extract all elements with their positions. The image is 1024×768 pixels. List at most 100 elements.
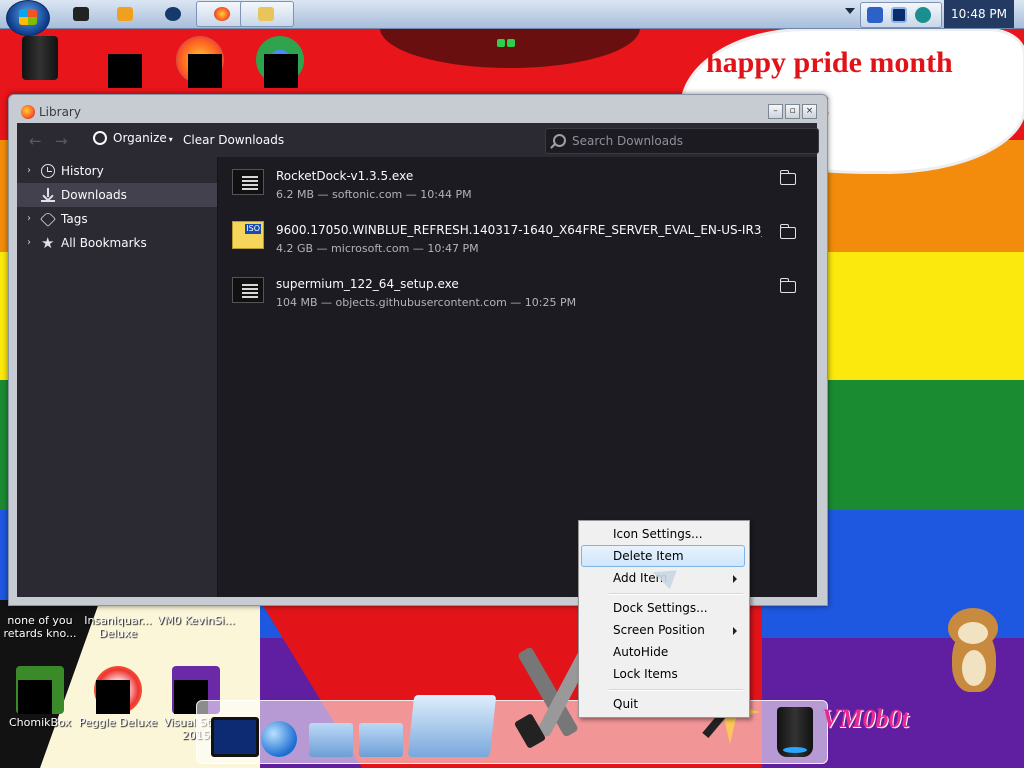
windows-logo-icon	[19, 9, 37, 25]
menu-item-lock-items[interactable]: Lock Items	[581, 663, 745, 685]
download-meta: 104 MB — objects.githubusercontent.com —…	[276, 296, 577, 309]
menu-item-dock-settings[interactable]: Dock Settings...	[581, 597, 745, 619]
gear-icon	[93, 131, 107, 145]
minimize-button[interactable]: –	[768, 104, 783, 119]
maximize-button[interactable]: ▫	[785, 104, 800, 119]
desktop-icon-label: Peggle Deluxe	[78, 716, 158, 729]
open-folder-icon[interactable]	[779, 278, 796, 293]
clock[interactable]: 10:48 PM	[944, 0, 1014, 28]
documents-folder-icon[interactable]	[309, 723, 353, 757]
download-name: supermium_122_64_setup.exe	[276, 277, 459, 291]
explorer-folder-icon[interactable]	[407, 695, 497, 757]
download-name: RocketDock-v1.3.5.exe	[276, 169, 414, 183]
chevron-right-icon[interactable]: ›	[27, 231, 31, 255]
firefox-icon	[214, 7, 230, 21]
dock-context-menu: Icon Settings... Delete Item Add Item Do…	[578, 520, 750, 718]
sidebar-item-all-bookmarks[interactable]: › ★ All Bookmarks	[17, 231, 217, 255]
sidebar-item-label: All Bookmarks	[61, 236, 147, 250]
open-folder-icon[interactable]	[779, 224, 796, 239]
sync-icon[interactable]	[915, 7, 931, 23]
sidebar-item-tags[interactable]: › Tags	[17, 207, 217, 231]
desktop-icon-peggle-deluxe[interactable]: Peggle Deluxe	[78, 666, 158, 729]
menu-item-quit[interactable]: Quit	[581, 693, 745, 715]
desktop-icon-chomikbox[interactable]: ChomikBox	[0, 666, 80, 729]
desktop-icon-label: none of you retards kno...	[3, 614, 77, 640]
sidebar-item-label: Tags	[61, 212, 88, 226]
firefox-icon	[21, 105, 35, 119]
window-controls: – ▫ ×	[766, 104, 817, 119]
taskbar: 10:48 PM	[0, 0, 1024, 36]
desktop-icon-vm0-kevinsi[interactable]: VM0 KevinSi...	[156, 614, 236, 640]
exe-file-icon	[232, 169, 264, 195]
system-tray	[860, 2, 942, 28]
taskbar-button-explorer[interactable]	[240, 1, 294, 27]
submenu-arrow-icon	[733, 627, 737, 635]
star-icon: ★	[41, 234, 55, 252]
download-item[interactable]: supermium_122_64_setup.exe 104 MB — obje…	[218, 265, 817, 319]
forward-arrow-icon[interactable]: →	[55, 132, 68, 150]
desktop-icon-label: VM0 KevinSi...	[156, 614, 235, 627]
chevron-right-icon[interactable]: ›	[27, 159, 31, 183]
network-globe-icon[interactable]	[261, 721, 297, 757]
sidebar-item-label: History	[61, 164, 104, 178]
library-toolbar: ← → Organize ▾ Clear Downloads	[17, 123, 819, 157]
search-downloads[interactable]	[545, 128, 819, 154]
organize-button[interactable]: Organize ▾	[93, 131, 173, 145]
taskbar-button-media-player[interactable]	[100, 2, 152, 26]
download-item[interactable]: ISO 9600.17050.WINBLUE_REFRESH.140317-16…	[218, 211, 817, 265]
desktop-icon-firefox[interactable]	[160, 36, 240, 88]
pictures-folder-icon[interactable]	[359, 723, 403, 757]
recycle-bin-icon[interactable]	[777, 707, 813, 757]
wallpaper-green-dots	[497, 36, 527, 47]
exe-file-icon	[232, 277, 264, 303]
menu-item-screen-position[interactable]: Screen Position	[581, 619, 745, 641]
media-player-icon	[117, 7, 133, 21]
chomikbox-icon	[16, 666, 64, 714]
chevron-right-icon[interactable]: ›	[27, 207, 31, 231]
desktop-icon-winamp[interactable]	[80, 36, 160, 88]
taskbar-button-supermium[interactable]	[148, 2, 200, 26]
folder-icon	[96, 36, 144, 88]
peggle-icon	[94, 666, 142, 714]
desktop-icon-chrome[interactable]	[240, 36, 320, 88]
hamster-mascot	[944, 604, 1006, 700]
window-title: Library	[39, 105, 81, 119]
desktop-icon-insaniquarium[interactable]: Insaniquar... Deluxe	[78, 614, 158, 640]
network-icon[interactable]	[891, 7, 907, 23]
monitor-icon[interactable]	[211, 717, 259, 757]
back-arrow-icon[interactable]: ←	[29, 132, 42, 150]
download-icon	[41, 188, 55, 202]
search-icon	[553, 134, 566, 147]
menu-separator	[609, 593, 743, 595]
open-folder-icon[interactable]	[779, 170, 796, 185]
menu-item-delete-item[interactable]: Delete Item	[581, 545, 745, 567]
speech-bubble-text: happy pride month	[706, 46, 953, 79]
desktop-icon-none-of-you[interactable]: none of you retards kno...	[0, 614, 80, 640]
clear-downloads-button[interactable]: Clear Downloads	[183, 133, 284, 147]
menu-separator	[609, 689, 743, 691]
tag-icon	[40, 211, 56, 227]
firefox-icon	[176, 36, 224, 88]
organize-label: Organize	[113, 131, 167, 145]
menu-item-autohide[interactable]: AutoHide	[581, 641, 745, 663]
supermium-icon	[165, 7, 181, 21]
download-meta: 6.2 MB — softonic.com — 10:44 PM	[276, 188, 472, 201]
flag-icon[interactable]	[867, 7, 883, 23]
download-meta: 4.2 GB — microsoft.com — 10:47 PM	[276, 242, 479, 255]
sidebar-item-downloads[interactable]: Downloads	[17, 183, 217, 207]
rocketdock-icon	[73, 7, 89, 21]
menu-item-icon-settings[interactable]: Icon Settings...	[581, 523, 745, 545]
start-button[interactable]	[6, 0, 50, 36]
search-input[interactable]	[570, 132, 814, 150]
chevron-down-icon: ▾	[168, 135, 173, 144]
clock-icon	[41, 164, 55, 178]
recycle-bin-icon	[22, 36, 58, 80]
download-name: 9600.17050.WINBLUE_REFRESH.140317-1640_X…	[276, 223, 762, 237]
sidebar-item-history[interactable]: › History	[17, 159, 217, 183]
sidebar-item-label: Downloads	[61, 188, 127, 202]
tray-expand-icon[interactable]	[845, 8, 855, 14]
close-button[interactable]: ×	[802, 104, 817, 119]
desktop-icon-recycle-bin[interactable]	[0, 36, 80, 82]
download-item[interactable]: RocketDock-v1.3.5.exe 6.2 MB — softonic.…	[218, 157, 817, 211]
library-sidebar: › History Downloads › Tags › ★ All Bookm…	[17, 157, 218, 597]
